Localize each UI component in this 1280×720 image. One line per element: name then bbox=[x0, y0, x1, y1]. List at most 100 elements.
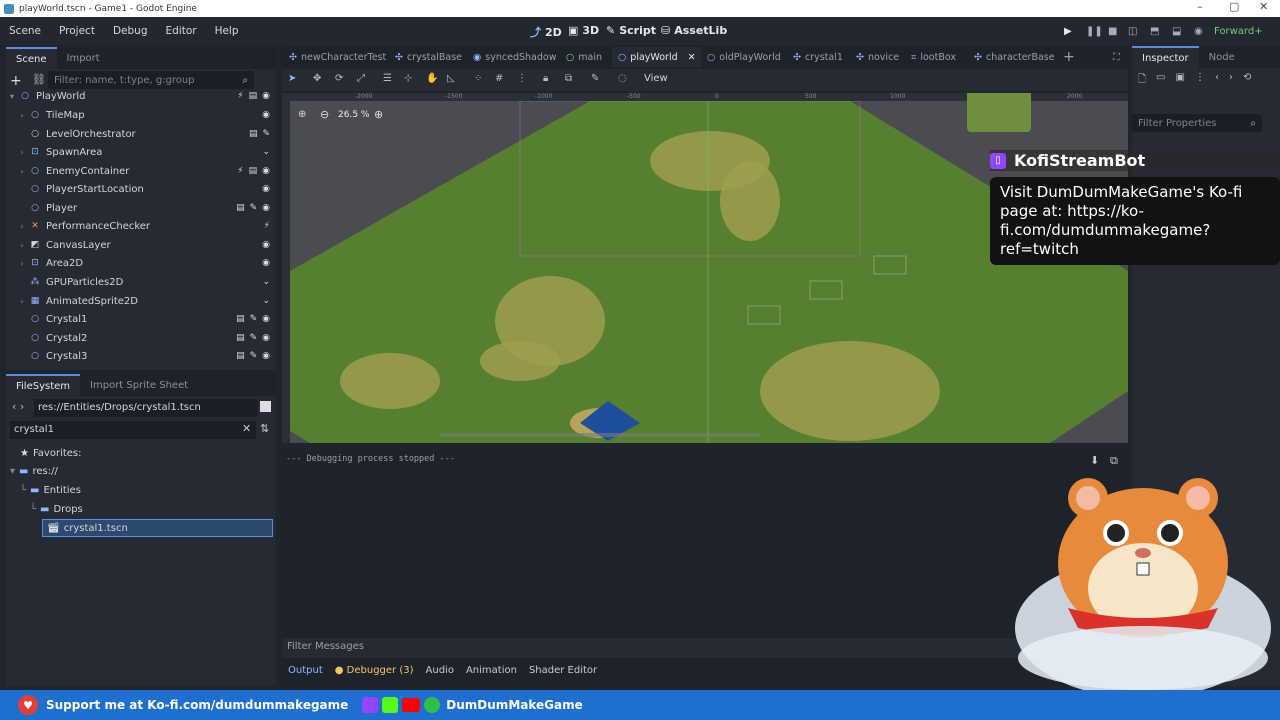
zoom-level[interactable]: 26.5 % bbox=[338, 110, 369, 120]
menu-editor[interactable]: Editor bbox=[156, 25, 205, 37]
more-options-icon[interactable]: ⋮ bbox=[517, 73, 527, 84]
tab-crystal1[interactable]: ✣ crystal1 bbox=[793, 49, 843, 65]
pause-icon[interactable]: ❚❚ bbox=[1086, 26, 1103, 37]
menu-project[interactable]: Project bbox=[50, 25, 104, 37]
filter-messages-input[interactable]: Filter Messages bbox=[282, 638, 1128, 658]
pin-icon[interactable]: ⬇ bbox=[1090, 454, 1099, 467]
tab-lootbox[interactable]: ⌗ lootBox bbox=[911, 49, 956, 65]
open-folder-icon[interactable]: ▭ bbox=[1156, 72, 1165, 89]
history-back-icon[interactable]: ‹ bbox=[1215, 72, 1219, 89]
tab-shader-editor[interactable]: Shader Editor bbox=[529, 665, 597, 676]
mode-3d-button[interactable]: ▣ 3D bbox=[568, 24, 599, 37]
play-scene-icon[interactable]: ⬒ bbox=[1150, 26, 1159, 37]
save-icon[interactable]: ▣ bbox=[1176, 72, 1185, 89]
tab-scene[interactable]: Scene bbox=[6, 47, 57, 69]
tab-import[interactable]: Import bbox=[57, 47, 110, 69]
center-view-icon[interactable]: ⊕ bbox=[298, 109, 306, 120]
clear-search-icon[interactable]: ✕ bbox=[242, 422, 251, 435]
move-tool-icon[interactable]: ✥ bbox=[313, 73, 321, 84]
menu-debug[interactable]: Debug bbox=[104, 25, 157, 37]
tree-row-crystal2[interactable]: ○ Crystal2 ▤ ✎ ◉ bbox=[6, 329, 282, 347]
tab-import-sprite-sheet[interactable]: Import Sprite Sheet bbox=[80, 374, 198, 396]
pivot-tool-icon[interactable]: ⊹ bbox=[404, 73, 412, 84]
add-tab-icon[interactable]: + bbox=[1063, 49, 1075, 65]
link-icon[interactable]: ⛓ bbox=[32, 73, 46, 86]
zoom-out-button[interactable]: ⊖ bbox=[320, 108, 329, 121]
list-tool-icon[interactable]: ☰ bbox=[383, 73, 392, 84]
close-window-button[interactable]: ✕ bbox=[1259, 0, 1268, 13]
tree-row-tilemap[interactable]: › ○ TileMap ◉ bbox=[6, 106, 282, 124]
distraction-free-icon[interactable]: ⛶ bbox=[1113, 49, 1120, 65]
mode-2d-button[interactable]: ⤴ 2D bbox=[530, 24, 562, 40]
canvas-viewport[interactable]: -2000 -1500 -1000 -500 0 500 1000 1500 2… bbox=[282, 93, 1128, 443]
remote-debug-icon[interactable]: ◫ bbox=[1128, 26, 1137, 37]
back-arrow-icon[interactable]: ‹ › bbox=[12, 400, 24, 413]
grid-snap-icon[interactable]: # bbox=[495, 73, 503, 84]
zoom-in-button[interactable]: ⊕ bbox=[374, 108, 383, 121]
stop-icon[interactable]: ■ bbox=[1108, 26, 1117, 37]
smart-snap-icon[interactable]: ⁘ bbox=[474, 73, 482, 84]
rotate-tool-icon[interactable]: ⟳ bbox=[335, 73, 343, 84]
tab-animation[interactable]: Animation bbox=[466, 665, 517, 676]
folder-entities-row[interactable]: └ ▬ Entities bbox=[20, 481, 81, 499]
menu-scene[interactable]: Scene bbox=[0, 25, 50, 37]
menu-help[interactable]: Help bbox=[206, 25, 248, 37]
more-options-icon[interactable]: ⋮ bbox=[1195, 72, 1205, 89]
tree-row-levelorchestrator[interactable]: ○ LevelOrchestrator ▤ ✎ bbox=[6, 125, 282, 143]
tree-row-performancechecker[interactable]: › ✕ PerformanceChecker ⚡ bbox=[6, 217, 282, 235]
scale-tool-icon[interactable]: ⤢ bbox=[357, 73, 365, 84]
play-custom-icon[interactable]: ⬓ bbox=[1172, 26, 1181, 37]
tree-row-area2d[interactable]: › ⊡ Area2D ◉ bbox=[6, 254, 282, 272]
path-field[interactable]: res://Entities/Drops/crystal1.tscn bbox=[34, 399, 258, 417]
movie-icon[interactable]: ◉ bbox=[1194, 26, 1203, 37]
mode-assetlib-button[interactable]: ⛁ AssetLib bbox=[661, 24, 727, 37]
group-icon[interactable]: ⧉ bbox=[565, 73, 572, 84]
tab-main[interactable]: ○ main bbox=[566, 49, 602, 65]
bone-icon[interactable]: ✎ bbox=[591, 73, 599, 84]
tree-row-crystal3[interactable]: ○ Crystal3 ▤ ✎ ◉ bbox=[6, 347, 282, 365]
view-menu[interactable]: View bbox=[644, 73, 668, 84]
tab-playworld[interactable]: ○ playWorld ✕ bbox=[612, 47, 702, 67]
maximize-button[interactable]: ▢ bbox=[1229, 0, 1239, 13]
tab-inspector[interactable]: Inspector bbox=[1132, 46, 1199, 68]
tab-oldplayworld[interactable]: ○ oldPlayWorld bbox=[707, 49, 781, 65]
new-resource-icon[interactable]: 🗋︎ bbox=[1138, 72, 1146, 89]
tree-row-gpuparticles2d[interactable]: ⁂ GPUParticles2D ⌄ bbox=[6, 273, 282, 291]
tree-row-playworld[interactable]: ▾ ○ PlayWorld ⚡ ▤ ◉ bbox=[6, 87, 282, 105]
file-search-input[interactable]: crystal1 bbox=[10, 421, 256, 439]
filter-properties-input[interactable]: Filter Properties ⌕ bbox=[1132, 114, 1262, 132]
tree-row-animatedsprite2d[interactable]: › ▦ AnimatedSprite2D ⌄ bbox=[6, 292, 282, 310]
tree-row-player[interactable]: ○ Player ▤ ✎ ◉ bbox=[6, 199, 282, 217]
tree-row-crystal1[interactable]: ○ Crystal1 ▤ ✎ ◉ bbox=[6, 310, 282, 328]
tree-row-spawnarea[interactable]: › ⊡ SpawnArea ⌄ bbox=[6, 143, 282, 161]
camera-icon[interactable]: ◌ bbox=[618, 73, 627, 84]
tree-row-enemycontainer[interactable]: › ○ EnemyContainer ⚡ ▤ ◉ bbox=[6, 162, 282, 180]
res-root-row[interactable]: ▾ ▬ res:// bbox=[10, 462, 58, 480]
copy-icon[interactable]: ⧉ bbox=[1110, 454, 1118, 468]
history-forward-icon[interactable]: › bbox=[1229, 72, 1233, 89]
tab-audio[interactable]: Audio bbox=[426, 665, 454, 676]
tree-row-playerstartlocation[interactable]: ○ PlayerStartLocation ◉ bbox=[6, 180, 282, 198]
folder-drops-row[interactable]: └ ▬ Drops bbox=[30, 500, 83, 518]
pan-tool-icon[interactable]: ✋ bbox=[426, 73, 438, 84]
tab-novice[interactable]: ✣ novice bbox=[856, 49, 899, 65]
tab-debugger[interactable]: ● Debugger (3) bbox=[335, 665, 414, 676]
select-tool-icon[interactable]: ➤ bbox=[288, 73, 296, 84]
ruler-tool-icon[interactable]: ◺ bbox=[447, 73, 455, 84]
tab-output[interactable]: Output bbox=[288, 665, 323, 676]
tree-row-canvaslayer[interactable]: › ◩ CanvasLayer ◉ bbox=[6, 236, 282, 254]
tab-newcharactertest[interactable]: ✣ newCharacterTest bbox=[289, 49, 386, 65]
tab-filesystem[interactable]: FileSystem bbox=[6, 374, 81, 396]
lock-icon[interactable]: 🔒︎ bbox=[543, 73, 548, 84]
play-icon[interactable]: ▶ bbox=[1064, 26, 1072, 37]
history-icon[interactable]: ⟲ bbox=[1243, 72, 1251, 89]
tab-syncedshadow[interactable]: ◉ syncedShadow bbox=[473, 49, 556, 65]
renderer-select[interactable]: Forward+ bbox=[1214, 26, 1263, 37]
tab-characterbase[interactable]: ✣ characterBase bbox=[974, 49, 1055, 65]
tab-crystalbase[interactable]: ✣ crystalBase bbox=[395, 49, 462, 65]
sort-icon[interactable]: ⇅ bbox=[260, 422, 269, 435]
mode-script-button[interactable]: ✎ Script bbox=[606, 24, 656, 37]
file-crystal1-row[interactable]: 🎬︎ crystal1.tscn bbox=[42, 519, 273, 537]
split-mode-icon[interactable] bbox=[260, 401, 271, 412]
minimize-button[interactable]: – bbox=[1197, 0, 1203, 13]
